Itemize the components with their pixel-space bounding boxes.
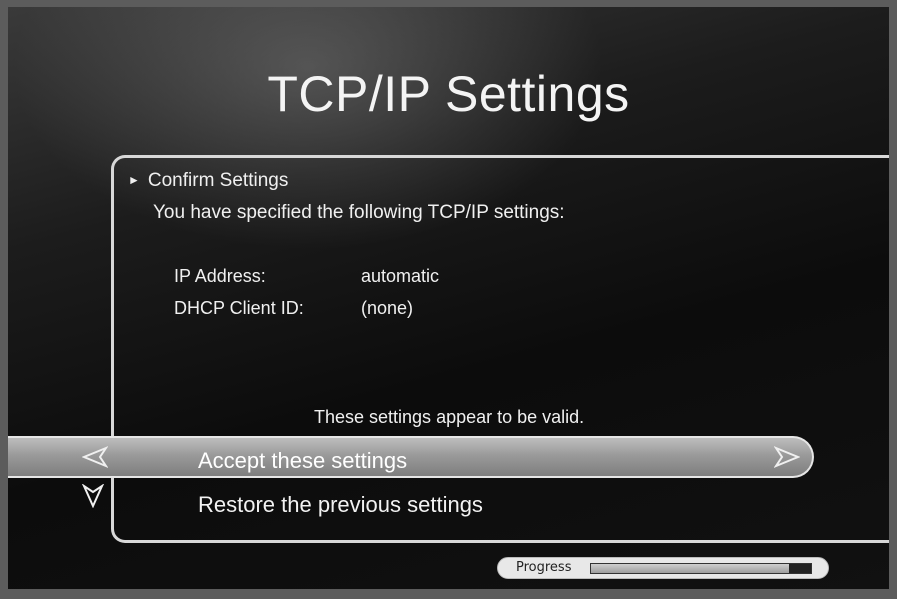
validation-message: These settings appear to be valid. [314, 407, 585, 427]
right-arrow-icon[interactable] [774, 446, 800, 468]
left-arrow-icon[interactable] [82, 446, 108, 468]
progress-indicator: Progress [497, 557, 829, 579]
progress-end-cap [789, 564, 811, 573]
ip-address-value: automatic [361, 266, 440, 286]
section-intro: You have specified the following TCP/IP … [153, 202, 565, 223]
dhcp-client-id-label: DHCP Client ID: [174, 298, 304, 318]
ip-address-label: IP Address: [174, 266, 266, 286]
progress-fill [591, 564, 789, 573]
section-heading: ► Confirm Settings [128, 170, 288, 192]
progress-track [590, 563, 812, 574]
tv-screen: TCP/IP Settings ► Confirm Settings You ha… [8, 7, 889, 589]
section-heading-label: Confirm Settings [147, 170, 289, 191]
accept-settings-option[interactable]: Accept these settings [198, 448, 407, 474]
restore-settings-option[interactable]: Restore the previous settings [198, 492, 483, 518]
page-title: TCP/IP Settings [267, 66, 630, 122]
down-arrow-icon[interactable] [82, 484, 104, 508]
selection-highlight [8, 436, 814, 478]
dhcp-client-id-value: (none) [361, 298, 414, 318]
progress-label: Progress [516, 560, 572, 575]
right-triangle-icon: ► [128, 173, 140, 187]
